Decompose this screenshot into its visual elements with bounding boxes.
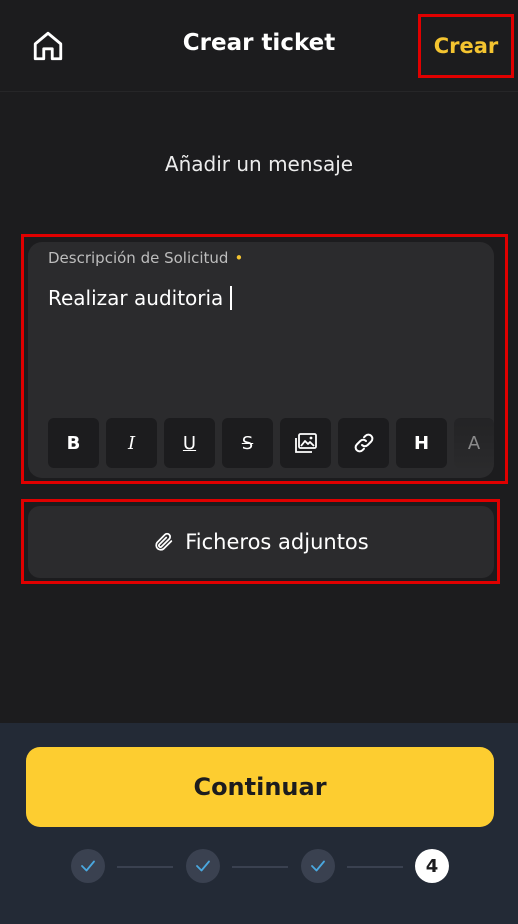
description-label-text: Descripción de Solicitud xyxy=(48,249,229,267)
step-connector xyxy=(232,866,288,868)
underline-button[interactable]: U xyxy=(164,418,215,468)
description-value: Realizar auditoria xyxy=(48,286,224,310)
italic-button[interactable]: I xyxy=(106,418,157,468)
heading-button[interactable]: H xyxy=(396,418,447,468)
bold-icon: B xyxy=(66,432,81,454)
attachments-button[interactable]: Ficheros adjuntos xyxy=(28,506,494,578)
heading-icon: H xyxy=(413,432,430,454)
bold-button[interactable]: B xyxy=(48,418,99,468)
image-icon xyxy=(294,433,317,453)
insert-link-button[interactable] xyxy=(338,418,389,468)
strikethrough-button[interactable]: S xyxy=(222,418,273,468)
step-4-current: 4 xyxy=(415,849,449,883)
check-icon xyxy=(196,860,210,872)
text-caret xyxy=(230,286,233,310)
description-label: Descripción de Solicitud • xyxy=(48,249,243,267)
step-connector xyxy=(347,866,403,868)
underline-icon: U xyxy=(182,432,197,454)
step-connector xyxy=(117,866,173,868)
check-icon xyxy=(311,860,325,872)
description-input[interactable]: Realizar auditoria xyxy=(48,286,233,310)
footer-panel: Continuar 4 xyxy=(0,723,518,924)
step-1-complete xyxy=(71,849,105,883)
description-editor[interactable]: Descripción de Solicitud • Realizar audit… xyxy=(28,242,494,478)
app-header: Crear ticket Crear xyxy=(0,0,518,92)
paperclip-icon xyxy=(153,531,175,553)
required-marker: • xyxy=(234,249,244,267)
formatting-toolbar: B I U S H A xyxy=(48,418,494,470)
step-2-complete xyxy=(186,849,220,883)
check-icon xyxy=(81,860,95,872)
create-button[interactable]: Crear xyxy=(418,14,514,78)
insert-image-button[interactable] xyxy=(280,418,331,468)
step-3-complete xyxy=(301,849,335,883)
text-color-button[interactable]: A xyxy=(454,418,494,468)
italic-icon: I xyxy=(127,432,136,454)
text-color-icon: A xyxy=(467,432,481,454)
attachments-label: Ficheros adjuntos xyxy=(185,530,369,554)
link-icon xyxy=(354,433,373,453)
continue-button[interactable]: Continuar xyxy=(26,747,494,827)
section-title: Añadir un mensaje xyxy=(164,152,354,176)
strikethrough-icon: S xyxy=(241,432,254,454)
